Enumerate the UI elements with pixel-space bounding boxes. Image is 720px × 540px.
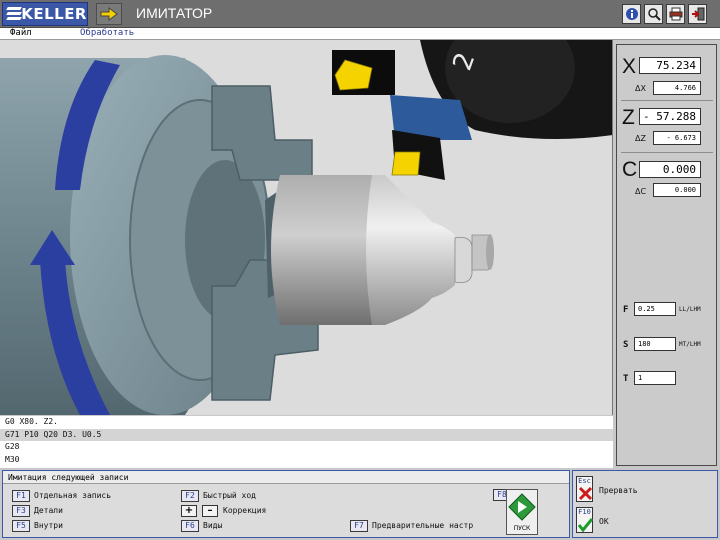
- f6-key[interactable]: F6: [181, 520, 199, 532]
- abort-label[interactable]: Прервать: [599, 486, 638, 495]
- printer-icon[interactable]: [666, 4, 685, 24]
- minus-button[interactable]: –: [202, 505, 218, 517]
- c-value: 0.000: [639, 161, 701, 178]
- delta-z-label: ΔZ: [635, 134, 646, 143]
- menu-process[interactable]: Обработать: [80, 28, 134, 39]
- checkmark-icon: [578, 518, 593, 532]
- esc-key: Esc: [578, 477, 591, 485]
- f10-key: F10: [578, 508, 591, 516]
- f2-key[interactable]: F2: [181, 490, 199, 502]
- f1-label[interactable]: Отдельная запись: [34, 490, 111, 502]
- start-icon: [508, 493, 536, 521]
- info-icon[interactable]: [622, 4, 641, 24]
- f3-label[interactable]: Детали: [34, 505, 63, 517]
- plus-button[interactable]: +: [181, 505, 197, 517]
- start-label: ПУСК: [513, 525, 531, 532]
- softkey-panel: Имитация следующей записи F1 Отдельная з…: [2, 470, 570, 538]
- z-value: - 57.288: [639, 108, 701, 125]
- title-bar: KELLER ИМИТАТОР: [0, 0, 720, 28]
- cancel-x-icon: [578, 486, 593, 501]
- zoom-icon[interactable]: [644, 4, 663, 24]
- gcode-listing[interactable]: G0 X80. Z2. G71 P10 Q20 D3. U0.5 G28 M30: [0, 416, 613, 468]
- control-panel: Esc Прервать F10 OK: [572, 470, 718, 538]
- logo-text: KELLER: [21, 5, 87, 23]
- speed-letter: S: [623, 340, 629, 350]
- start-button[interactable]: ПУСК: [506, 489, 538, 535]
- f5-key[interactable]: F5: [12, 520, 30, 532]
- coordinate-panel: X 75.234 ΔX 4.766 Z - 57.288 ΔZ - 6.673 …: [616, 44, 717, 466]
- menu-bar: Файл Обработать: [0, 28, 720, 40]
- f1-key[interactable]: F1: [12, 490, 30, 502]
- workpiece-stock: [271, 175, 375, 325]
- x-axis-letter: X: [622, 55, 637, 78]
- separator: [621, 152, 713, 153]
- simulation-viewport[interactable]: 2: [0, 40, 613, 415]
- app-title: ИМИТАТОР: [136, 5, 213, 21]
- gcode-line[interactable]: G28: [0, 441, 613, 454]
- delta-x-value: 4.766: [653, 81, 701, 95]
- gcode-line-selected[interactable]: G71 P10 Q20 D3. U0.5: [0, 428, 613, 441]
- keller-logo-icon: [5, 4, 22, 24]
- feed-letter: F: [623, 305, 629, 315]
- x-value: 75.234: [639, 57, 701, 74]
- tool-letter: T: [623, 374, 629, 384]
- mode-arrow-icon[interactable]: [96, 3, 122, 25]
- gcode-line[interactable]: M30: [0, 454, 613, 467]
- softkey-header: Имитация следующей записи: [3, 471, 569, 484]
- delta-c-label: ΔC: [635, 187, 647, 196]
- speed-unit: MT/LHM: [679, 341, 701, 348]
- tool-value: 1: [634, 371, 676, 385]
- delta-c-value: 0.000: [653, 183, 701, 197]
- ok-button[interactable]: F10: [576, 507, 593, 533]
- menu-file[interactable]: Файл: [10, 28, 32, 39]
- f6-label[interactable]: Виды: [203, 520, 222, 532]
- z-axis-letter: Z: [622, 106, 635, 129]
- separator: [621, 100, 713, 101]
- f2-label[interactable]: Быстрый ход: [203, 490, 256, 502]
- c-axis-letter: C: [622, 158, 638, 181]
- simulator-window: KELLER ИМИТАТОР Файл Обработать 2 X 75.2…: [0, 0, 720, 540]
- delta-z-value: - 6.673: [653, 131, 701, 145]
- feed-unit: LL/LHM: [679, 306, 701, 313]
- ok-label[interactable]: OK: [599, 517, 609, 526]
- esc-button[interactable]: Esc: [576, 476, 593, 502]
- correction-label[interactable]: Коррекция: [223, 505, 266, 517]
- lathe-scene: 2: [0, 40, 612, 415]
- f7-key[interactable]: F7: [350, 520, 368, 532]
- f7-label[interactable]: Предварительные настр: [372, 520, 494, 532]
- gcode-line[interactable]: G0 X80. Z2.: [0, 416, 613, 429]
- delta-x-label: ΔX: [635, 84, 646, 93]
- feed-value: 0.25: [634, 302, 676, 316]
- cutting-insert: [391, 151, 421, 176]
- speed-value: 180: [634, 337, 676, 351]
- keller-logo: KELLER: [2, 2, 88, 26]
- f3-key[interactable]: F3: [12, 505, 30, 517]
- f5-label[interactable]: Внутри: [34, 520, 63, 532]
- exit-icon[interactable]: [688, 4, 707, 24]
